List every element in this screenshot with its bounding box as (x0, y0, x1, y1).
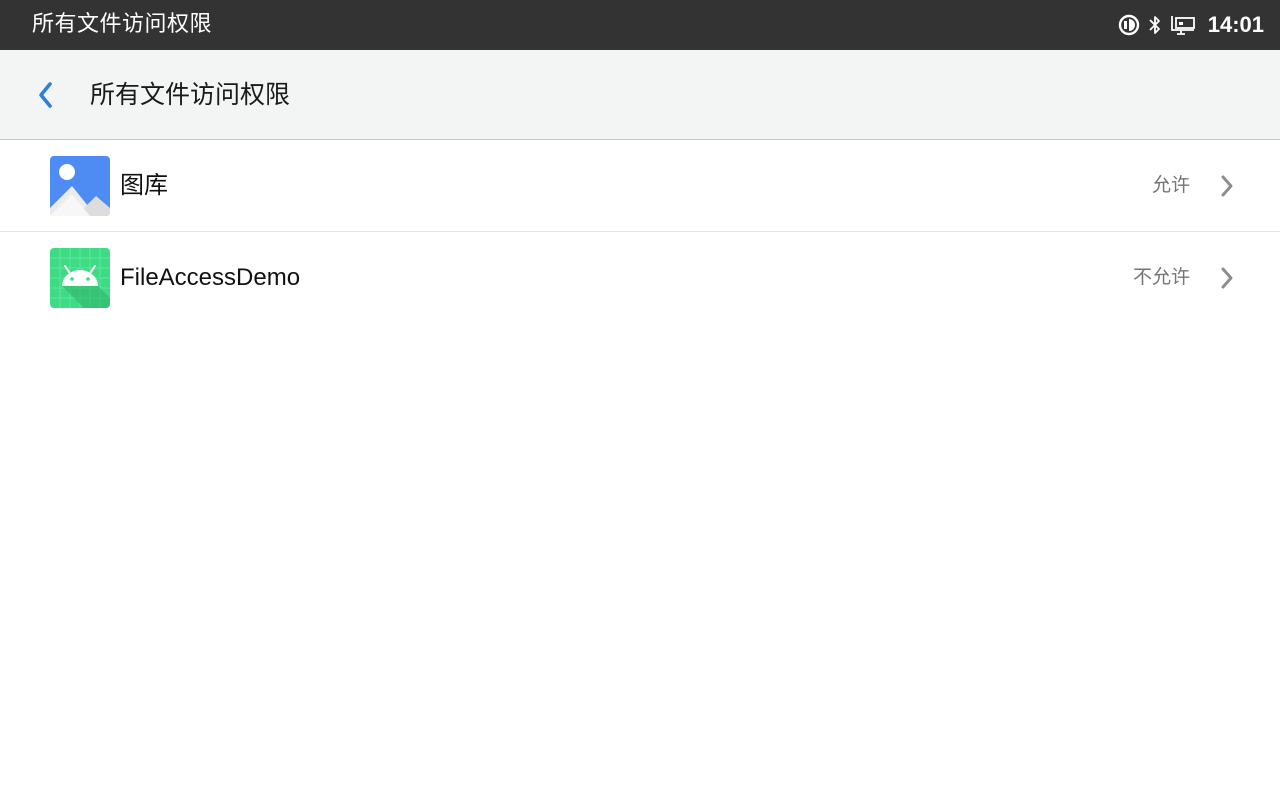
status-bar-title: 所有文件访问权限 (32, 12, 213, 37)
app-list: 图库 允许 FileAccessDemo 不允许 (0, 140, 1280, 323)
status-icons: 14:01 (1118, 0, 1264, 50)
data-saver-icon (1118, 14, 1140, 36)
back-button[interactable] (26, 75, 66, 115)
page-title: 所有文件访问权限 (90, 80, 291, 109)
permission-status: 允许 (1151, 174, 1190, 196)
chevron-left-icon (39, 82, 52, 108)
gallery-icon (50, 156, 110, 216)
app-name: 图库 (120, 172, 168, 199)
android-app-icon (50, 248, 110, 308)
chevron-right-icon (1216, 264, 1238, 292)
clock: 14:01 (1207, 12, 1264, 37)
list-item-fileaccessdemo[interactable]: FileAccessDemo 不允许 (0, 232, 1280, 323)
app-bar: 所有文件访问权限 (0, 50, 1280, 140)
ethernet-icon (1170, 14, 1196, 36)
status-bar: 所有文件访问权限 14:01 (0, 0, 1280, 50)
app-name: FileAccessDemo (120, 264, 301, 291)
list-item-gallery[interactable]: 图库 允许 (0, 140, 1280, 232)
chevron-right-icon (1216, 172, 1238, 200)
permission-status: 不允许 (1132, 266, 1190, 288)
bluetooth-icon (1146, 13, 1164, 37)
